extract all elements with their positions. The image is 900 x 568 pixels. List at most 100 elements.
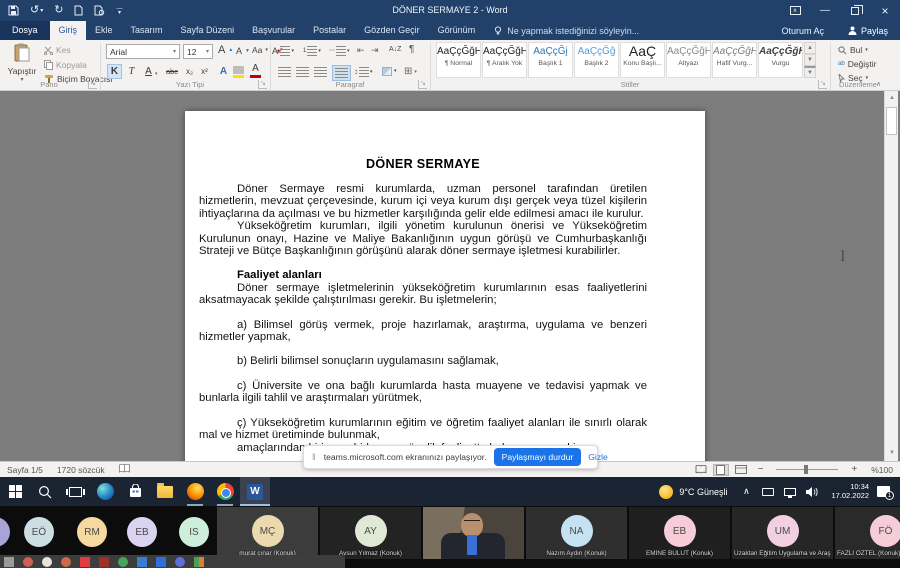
replace-button[interactable]: ab Değiştir <box>838 60 877 69</box>
dock-icon[interactable] <box>4 557 14 567</box>
participant-tile[interactable]: FÖ FAZLI ÖZTEL (Konuk) <box>835 507 900 559</box>
participant-tile[interactable]: MÇ murat çınar (Konuk) <box>217 507 318 559</box>
style-baslik-2[interactable]: AaÇçĞğ Başlık 2 <box>574 42 619 78</box>
ribbon-display-options-icon[interactable]: ∧ <box>780 0 810 21</box>
find-button[interactable]: Bul▾ <box>838 46 868 55</box>
align-center-button[interactable] <box>296 67 309 77</box>
bullets-button[interactable]: •▾ <box>277 46 294 56</box>
gallery-down-icon[interactable]: ▼ <box>804 54 816 66</box>
dock-icon[interactable] <box>42 557 52 567</box>
style-normal[interactable]: AaÇçĞğHł ¶ Normal <box>436 42 481 78</box>
dock-icon[interactable] <box>156 557 166 567</box>
print-layout-icon[interactable] <box>713 464 729 476</box>
participant-audio[interactable]: RM <box>77 517 107 547</box>
vertical-scrollbar[interactable]: ▲ ▼ <box>884 91 898 461</box>
minimize-button[interactable]: — <box>810 0 840 21</box>
style-aralik-yok[interactable]: AaÇçĞğHł ¶ Aralık Yok <box>482 42 527 78</box>
hide-banner-link[interactable]: Gizle <box>588 452 608 462</box>
pano-dialog-launcher-icon[interactable]: ↘ <box>88 80 97 89</box>
taskbar-word[interactable]: W <box>240 477 270 506</box>
change-case-button[interactable]: Aa▾ <box>252 46 268 55</box>
style-hafif-vurgu[interactable]: AaÇçĞğH Hafif Vurg... <box>712 42 757 78</box>
zoom-slider[interactable] <box>776 469 838 470</box>
taskbar-file-explorer[interactable] <box>150 477 180 506</box>
dock-icon[interactable] <box>137 557 147 567</box>
copy-button[interactable]: Kopyala <box>44 60 87 70</box>
participant-tile[interactable]: NA Nazım Aydın (Konuk) <box>526 507 627 559</box>
document-page[interactable]: DÖNER SERMAYE Döner Sermaye resmi kuruml… <box>185 111 705 461</box>
hidden-icons-chevron[interactable]: ∧ <box>735 486 757 497</box>
style-baslik-1[interactable]: AaÇçĞį Başlık 1 <box>528 42 573 78</box>
tab-postalar[interactable]: Postalar <box>304 21 355 40</box>
style-altyazi[interactable]: AaÇçĞğH Altyazı <box>666 42 711 78</box>
text-effects-button[interactable]: A <box>216 64 231 79</box>
align-right-button[interactable] <box>314 67 327 77</box>
taskbar-search-button[interactable] <box>30 477 60 506</box>
dock-icon[interactable] <box>23 557 33 567</box>
superscript-button[interactable]: x² <box>197 64 212 79</box>
paragraph-dialog-launcher-icon[interactable]: ↘ <box>418 80 427 89</box>
participant-tile[interactable]: EB EMİNE BULUT (Konuk) <box>629 507 730 559</box>
sort-button[interactable]: A↓Z <box>389 46 401 53</box>
paste-button[interactable]: Yapıştır ▾ <box>4 43 40 83</box>
dock-icon[interactable] <box>99 557 109 567</box>
share-button[interactable]: Paylaş <box>836 26 900 36</box>
action-center-icon[interactable]: 1 <box>877 486 890 497</box>
tab-sayfa-duzeni[interactable]: Sayfa Düzeni <box>172 21 244 40</box>
word-count[interactable]: 1720 sözcük <box>50 465 112 475</box>
shading-button[interactable]: ▾ <box>382 67 397 76</box>
scrollbar-thumb[interactable] <box>886 107 897 135</box>
participant-audio[interactable]: IS <box>179 517 209 547</box>
line-spacing-button[interactable]: ↕▾ <box>354 67 373 77</box>
decrease-indent-button[interactable]: ⇤ <box>357 46 365 55</box>
subscript-button[interactable]: x₂ <box>182 64 197 79</box>
scroll-up-icon[interactable]: ▲ <box>885 91 899 106</box>
keyboard-tray-icon[interactable] <box>757 488 779 496</box>
zoom-slider-thumb[interactable] <box>804 465 808 474</box>
highlight-color-button[interactable] <box>233 66 244 78</box>
underline-button[interactable]: A <box>141 64 156 79</box>
tab-gozden-gecir[interactable]: Gözden Geçir <box>355 21 429 40</box>
participant-audio-partial[interactable] <box>0 517 10 547</box>
dock-icon[interactable] <box>61 557 71 567</box>
read-mode-icon[interactable] <box>693 464 709 476</box>
taskbar-edge[interactable] <box>90 477 120 506</box>
restore-button[interactable] <box>840 0 870 21</box>
shrink-font-button[interactable]: A▼ <box>236 47 250 56</box>
participant-audio[interactable]: EÖ <box>24 517 54 547</box>
page-indicator[interactable]: Sayfa 1/5 <box>0 465 50 475</box>
tab-gorunum[interactable]: Görünüm <box>429 21 485 40</box>
font-family-combobox[interactable]: Arial▾ <box>106 44 180 59</box>
gallery-up-icon[interactable]: ▲ <box>804 42 816 54</box>
zoom-level[interactable]: %100 <box>864 465 900 475</box>
style-vurgu[interactable]: AaÇçĞğH Vurgu <box>758 42 803 78</box>
increase-indent-button[interactable]: ⇥ <box>371 46 379 55</box>
dock-icon-share-indicator[interactable] <box>194 557 204 567</box>
weather-sun-icon[interactable] <box>659 485 673 499</box>
tab-giris[interactable]: Giriş <box>50 21 87 40</box>
taskbar-store[interactable] <box>120 477 150 506</box>
proofing-icon[interactable] <box>112 464 137 475</box>
grow-font-button[interactable]: A▲ <box>218 45 233 56</box>
underline-arrow[interactable]: ▾ <box>155 71 158 77</box>
tab-tasarim[interactable]: Tasarım <box>122 21 172 40</box>
start-button[interactable] <box>0 477 30 506</box>
tellme-box[interactable]: Ne yapmak istediğinizi söyleyin... <box>484 21 649 40</box>
task-view-button[interactable] <box>60 477 90 506</box>
justify-button[interactable] <box>332 65 351 81</box>
show-paragraph-marks-button[interactable]: ¶ <box>409 45 414 55</box>
tab-dosya[interactable]: Dosya <box>0 21 50 40</box>
cut-button[interactable]: Kes <box>44 46 71 55</box>
stop-sharing-button[interactable]: Paylaşmayı durdur <box>494 448 582 466</box>
multilevel-list-button[interactable]: ⋯▾ <box>329 46 350 56</box>
numbering-button[interactable]: 1▾ <box>303 46 321 56</box>
pause-icon[interactable]: ‖ <box>312 452 317 462</box>
taskbar-firefox[interactable] <box>180 477 210 506</box>
tab-ekle[interactable]: Ekle <box>86 21 122 40</box>
sign-in-button[interactable]: Oturum Aç <box>769 26 836 36</box>
font-size-combobox[interactable]: 12▾ <box>183 44 213 59</box>
gallery-expand-icon[interactable]: ▼ <box>804 66 816 78</box>
strikethrough-button[interactable]: abc <box>163 64 181 79</box>
collapse-ribbon-icon[interactable]: ∧ <box>876 80 881 88</box>
dock-icon[interactable] <box>80 557 90 567</box>
